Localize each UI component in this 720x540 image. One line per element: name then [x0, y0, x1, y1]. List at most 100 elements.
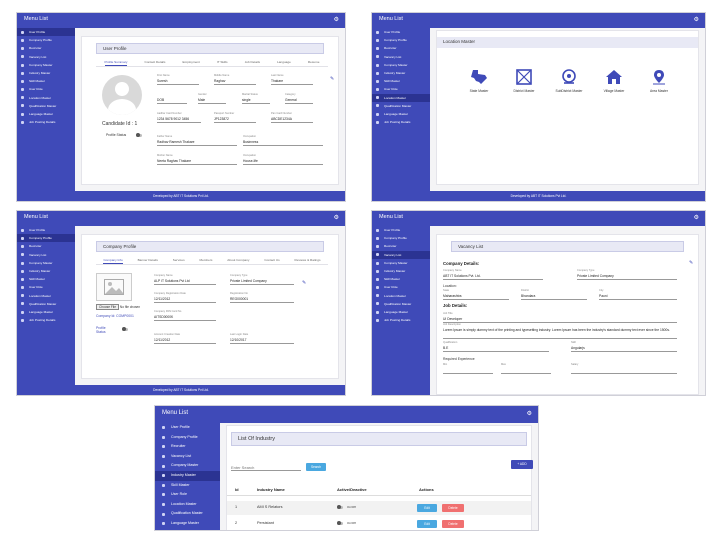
sidebar-item-language-master[interactable]: Language Master — [372, 110, 430, 118]
city-select[interactable]: City Pauni — [599, 289, 677, 300]
sidebar-item-skill-master[interactable]: Skill Master — [17, 77, 75, 85]
sidebar-item-user-role[interactable]: User Role — [372, 85, 430, 93]
company-type-select[interactable]: Company Type Private Limited Company — [577, 269, 677, 280]
tab-resume[interactable]: Resume — [308, 58, 320, 66]
edit-pencil-icon[interactable]: ✎ — [302, 280, 306, 286]
sidebar-item-language-master[interactable]: Language Master — [372, 308, 430, 316]
sidebar-item-skill-master[interactable]: Skill Master — [372, 275, 430, 283]
tab-about-company[interactable]: About Company — [227, 256, 249, 264]
registration-no-field[interactable]: Registration No REG000001 — [230, 292, 294, 303]
tab-members[interactable]: Members — [200, 256, 213, 264]
edit-pencil-icon[interactable]: ✎ — [330, 76, 334, 82]
sidebar-item-skill-master[interactable]: Skill Master — [155, 481, 220, 491]
sidebar-item-skill-master[interactable]: Skill Master — [372, 77, 430, 85]
district-master-tile[interactable]: District Master — [504, 69, 544, 93]
active-toggle[interactable] — [337, 505, 343, 509]
middle-name-field[interactable]: Middle Name Raghav — [214, 74, 256, 85]
aadhar-field[interactable]: Aadhar Card Number 1234 5678 9012 3456 — [157, 112, 201, 123]
edit-button[interactable]: Edit — [417, 504, 437, 512]
sidebar-item-qualification-master[interactable]: Qualification Master — [17, 102, 75, 110]
sidebar-item-industry-master[interactable]: Industry Master — [155, 470, 220, 481]
qualification-select[interactable]: Qualification B.E — [443, 341, 549, 352]
sidebar-item-qualification-master[interactable]: Qualification Master — [155, 509, 220, 519]
sidebar-item-user-profile[interactable]: User Profile — [372, 28, 430, 36]
state-master-tile[interactable]: State Master — [459, 69, 499, 93]
tab-it-skills[interactable]: IT Skills — [217, 58, 228, 66]
sidebar-item-language-master[interactable]: Language Master — [17, 110, 75, 118]
last-name-field[interactable]: Last Name Thakare — [271, 74, 313, 85]
gear-icon[interactable]: ⚙ — [334, 16, 339, 24]
delete-button[interactable]: Delete — [442, 504, 464, 512]
sidebar-item-company-master[interactable]: Company Master — [17, 61, 75, 69]
sidebar-item-company-profile[interactable]: Company Profile — [17, 234, 75, 243]
edit-button[interactable]: Edit — [417, 520, 437, 528]
sidebar-item-vacancy-list[interactable]: Vacancy List — [17, 53, 75, 61]
sidebar-item-company-profile[interactable]: Company Profile — [155, 433, 220, 443]
account-creation-field[interactable]: Account Creation Date 12/11/2012 — [154, 333, 216, 344]
tab-reviews-ratings[interactable]: Reviews & Ratings — [295, 256, 321, 264]
sidebar-item-company-profile[interactable]: Company Profile — [372, 234, 430, 242]
sidebar-item-qualification-master[interactable]: Qualification Master — [372, 102, 430, 110]
tab-services[interactable]: Services — [173, 256, 185, 264]
profile-status-toggle[interactable] — [122, 327, 128, 331]
company-name-field[interactable]: Company Name ALP IT Solutions Pvt Ltd — [154, 274, 216, 285]
tab-banner-details[interactable]: Banner Details — [138, 256, 158, 264]
tab-company-info[interactable]: Company Info — [103, 256, 123, 264]
sidebar-item-vacancy-list[interactable]: Vacancy List — [155, 452, 220, 462]
mother-name-field[interactable]: Mother Name Neeta Raghav Thakare — [157, 154, 237, 165]
gear-icon[interactable]: ⚙ — [694, 16, 699, 24]
sidebar-item-company-master[interactable]: Company Master — [155, 461, 220, 471]
sidebar-item-company-master[interactable]: Company Master — [372, 259, 430, 267]
profile-status-toggle[interactable] — [136, 133, 142, 137]
sidebar-item-industry-master[interactable]: Industry Master — [372, 69, 430, 77]
gear-icon[interactable]: ⚙ — [694, 214, 699, 222]
search-button[interactable]: Search — [306, 463, 326, 471]
sidebar-item-job-posting-details[interactable]: Job Posting Details — [372, 118, 430, 126]
pan-card-field[interactable]: Company PAN Card No AITSD0000K — [154, 310, 216, 321]
sidebar-item-user-role[interactable]: User Role — [372, 283, 430, 291]
sidebar-item-job-posting-details[interactable]: Job Posting Details — [17, 316, 75, 324]
sidebar-item-qualification-master[interactable]: Qualification Master — [372, 300, 430, 308]
choose-file-button[interactable]: Choose File — [96, 304, 120, 310]
dob-field[interactable]: DOB — [157, 98, 187, 104]
exp-max-field[interactable]: Max — [501, 363, 551, 374]
tab-employment[interactable]: Employment — [183, 58, 200, 66]
tab-job-details[interactable]: Job Details — [245, 58, 260, 66]
job-title-field[interactable]: Job Title UI Developer — [443, 312, 677, 323]
sidebar-item-industry-master[interactable]: Industry Master — [17, 267, 75, 275]
skill-select[interactable]: Skill Angularjs — [571, 341, 677, 352]
sidebar-item-recruiter[interactable]: Recruiter — [155, 442, 220, 452]
father-name-field[interactable]: Father Name Radhav Ramesh Thakare — [157, 135, 237, 146]
sidebar-item-recruiter[interactable]: Recruiter — [372, 44, 430, 52]
passport-field[interactable]: Passport Number JP123872 — [214, 112, 256, 123]
add-button[interactable]: + ADD — [511, 460, 533, 469]
sidebar-item-location-master[interactable]: Location Master — [372, 93, 430, 102]
job-description-field[interactable]: Job Description Lorem Ipsum is simply dum… — [443, 323, 677, 339]
salary-field[interactable]: Salary — [571, 363, 677, 374]
pan-field[interactable]: Pan Card Number ABCDE1234A — [271, 112, 313, 123]
sidebar-item-company-profile[interactable]: Company Profile — [17, 36, 75, 44]
sidebar-item-job-posting-details[interactable]: Job Posting Details — [17, 118, 75, 126]
sidebar-item-location-master[interactable]: Location Master — [155, 500, 220, 510]
sidebar-item-location-master[interactable]: Location Master — [372, 292, 430, 300]
village-master-tile[interactable]: Village Master — [594, 69, 634, 93]
edit-pencil-icon[interactable]: ✎ — [689, 260, 693, 266]
father-occupation-field[interactable]: Occupation Businness — [243, 135, 323, 146]
state-select[interactable]: State Maharashtra — [443, 289, 509, 300]
gender-select[interactable]: Gender Male — [198, 93, 226, 104]
sidebar-item-industry-master[interactable]: Industry Master — [372, 267, 430, 275]
exp-min-field[interactable]: Min — [443, 363, 493, 374]
sidebar-item-recruiter[interactable]: Recruiter — [372, 242, 430, 250]
company-type-select[interactable]: Company Type Private Limited Company — [230, 274, 294, 285]
sidebar-item-vacancy-list[interactable]: Vacancy List — [372, 250, 430, 259]
sidebar-item-language-master[interactable]: Language Master — [17, 308, 75, 316]
sidebar-item-user-role[interactable]: User Role — [17, 85, 75, 93]
sidebar-item-company-master[interactable]: Company Master — [17, 259, 75, 267]
sidebar-item-industry-master[interactable]: Industry Master — [17, 69, 75, 77]
area-master-tile[interactable]: Area Master — [639, 69, 679, 93]
company-name-field[interactable]: Company Name ABT IT Solutions Pvt. Ltd. — [443, 269, 543, 280]
tab-language[interactable]: Language — [277, 58, 291, 66]
sidebar-item-vacancy-list[interactable]: Vacancy List — [17, 251, 75, 259]
sidebar-item-user-role[interactable]: User Role — [155, 490, 220, 500]
sidebar-item-user-profile[interactable]: User Profile — [155, 423, 220, 433]
